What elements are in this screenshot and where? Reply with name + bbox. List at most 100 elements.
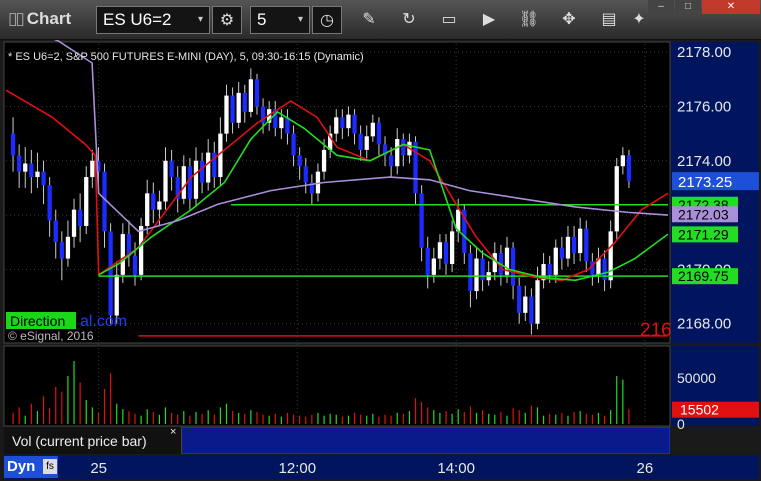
candle-body [401,139,406,156]
candle-body [108,231,113,316]
price-tick-label: 2178.00 [677,44,731,61]
candle-body [358,133,363,150]
candle-body [413,141,418,194]
candle-body [419,193,424,248]
volume-pane[interactable] [3,345,671,427]
candle-body [157,201,162,210]
price-axis[interactable] [671,42,759,343]
candle-body [364,136,369,150]
candle-body [120,234,125,275]
symbol-value: ES U6=2 [103,10,172,29]
candle-body [529,296,534,324]
candle-body [340,117,345,129]
link-icon[interactable]: ⛓ [514,6,544,34]
candle-body [199,160,205,183]
interval-combo[interactable]: 5 ▾ [250,6,310,34]
maximize-button[interactable]: □ [675,0,701,14]
candle-body [626,155,632,182]
comment-icon[interactable]: ▤ [594,6,624,34]
close-button[interactable]: ✕ [702,0,760,14]
time-tick-label: 14:00 [437,460,475,477]
time-tick-label: 25 [90,460,107,477]
candle-body [480,258,485,281]
candle-body [334,117,339,134]
candle-body [132,255,138,275]
draw-icon[interactable]: ✥ [554,6,584,34]
candle-body [169,160,174,178]
candle-body [236,92,241,123]
candle-body [510,247,516,286]
candle-body [291,133,296,156]
candle-body [395,139,400,167]
price-tick-label: 2168.00 [677,316,731,333]
watermark-text: Direction [10,313,65,329]
chevron-down-icon: ▾ [297,14,303,25]
window-title-text: Chart [26,9,72,28]
refresh-icon[interactable]: ↻ [394,6,424,34]
candle-body [431,258,436,275]
candle-body [303,166,308,183]
copyright-text: © eSignal, 2016 [8,329,94,343]
indicator-label: Vol (current price bar) [12,433,147,449]
candle-body [71,209,77,237]
get-icon[interactable]: ▭ [434,6,464,34]
candle-body [206,152,211,183]
candle-body [620,155,625,167]
clock-icon[interactable]: ◷ [312,6,342,34]
candle-body [65,236,71,259]
candle-body [376,122,382,145]
candle-body [437,242,443,259]
price-tick-label: 2174.00 [677,153,731,170]
offscreen-price-label: 216 [640,320,672,341]
candle-body [297,155,302,167]
candle-body [17,155,22,172]
watermark-suffix: al.com [80,313,127,330]
indicator-tab[interactable]: Vol (current price bar) [4,427,182,454]
candle-body [35,171,40,178]
candle-body [41,171,46,186]
candle-body [352,114,357,134]
volume-last-label: 15502 [680,402,719,418]
candle-body [370,122,375,137]
close-icon[interactable]: × [170,426,176,438]
candle-body [346,114,351,129]
candle-body [77,209,83,226]
candle-body [248,79,254,112]
candle-body [474,258,479,292]
candle-body [535,280,540,324]
candle-body [614,166,619,232]
price-chart[interactable]: 2178.002176.002174.002172.002170.002168.… [0,40,761,481]
candle-body [187,166,193,199]
grip-icon: ▯▯ [8,9,25,28]
candle-body [553,247,558,275]
candle-body [565,236,571,259]
candle-body [90,160,95,178]
pencil-icon[interactable]: ✎ [354,6,384,34]
time-tick-label: 26 [636,460,653,477]
candle-body [388,155,394,167]
candle-body [59,242,64,259]
interval-value: 5 [257,10,267,29]
play-icon[interactable]: ▶ [474,6,504,34]
fullscreen-icon[interactable]: fs [43,459,57,474]
candle-body [547,263,552,275]
minimize-button[interactable]: – [648,0,674,14]
candle-body [254,79,260,107]
candle-body [449,231,455,264]
level-label: 2172.03 [678,206,729,222]
candle-body [571,236,577,254]
settings-icon[interactable]: ⚙ [212,6,242,34]
candle-body [23,163,28,172]
candle-body [230,95,235,123]
candle-body [242,92,247,112]
candle-body [578,228,583,254]
candle-body [53,220,58,243]
volume-tick-label: 50000 [677,370,716,386]
candle-body [224,95,229,134]
dynamic-mode-label: Dyn [7,458,36,475]
symbol-combo[interactable]: ES U6=2 ▾ [96,6,210,34]
candle-body [145,193,150,226]
candle-body [193,160,199,199]
chevron-down-icon: ▾ [197,14,203,25]
candle-body [559,247,565,259]
